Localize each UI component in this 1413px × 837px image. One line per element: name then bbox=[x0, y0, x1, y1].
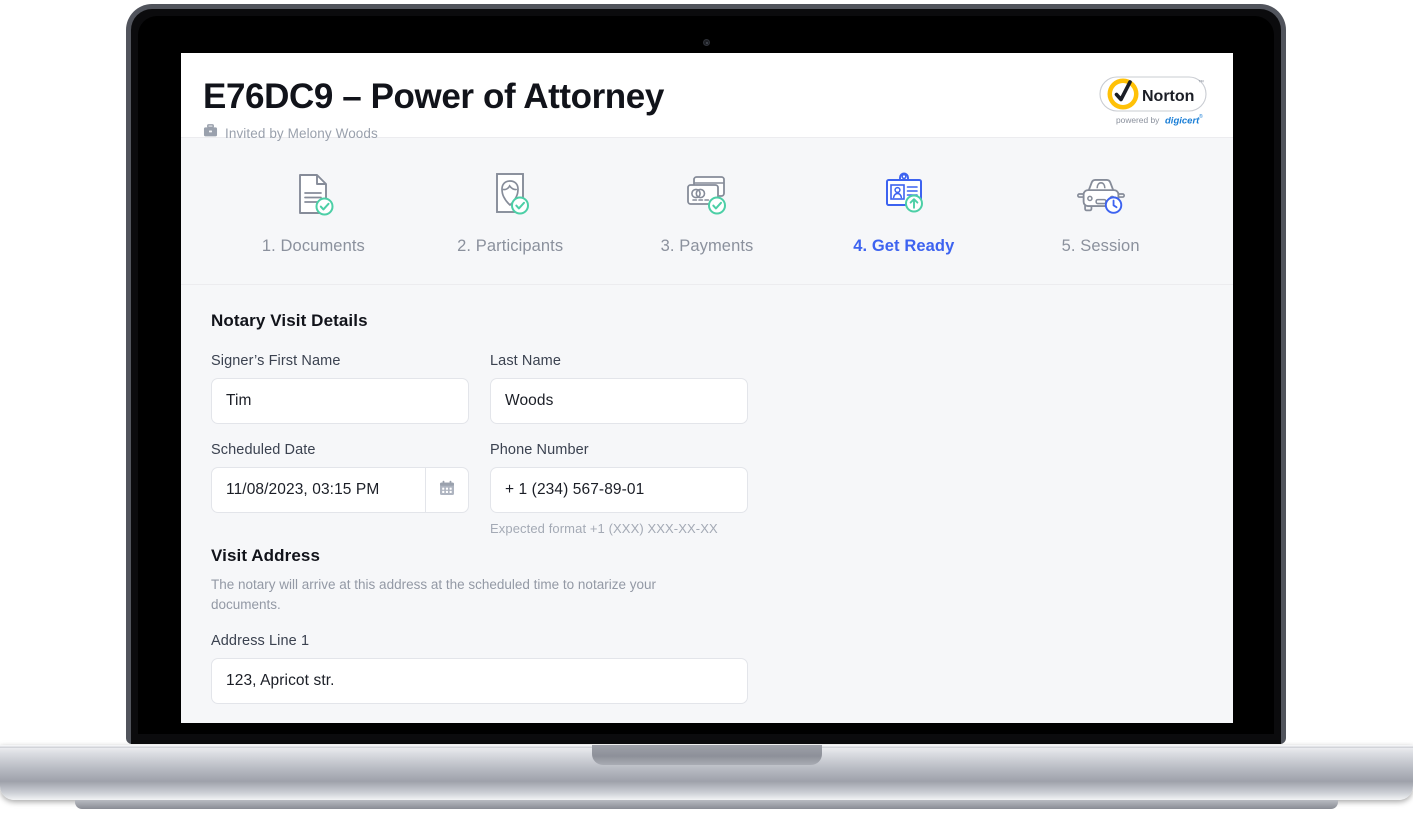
address-line-1-input[interactable]: 123, Apricot str. bbox=[211, 658, 748, 704]
app-screen: E76DC9 – Power of Attorney Invited by Me… bbox=[181, 53, 1233, 723]
last-name-label: Last Name bbox=[490, 353, 562, 369]
step-label: 4. Get Ready bbox=[853, 236, 955, 255]
step-label: 2. Participants bbox=[457, 236, 564, 255]
scheduled-date-field-group: Scheduled Date 11/08/2023, 03:15 PM bbox=[211, 442, 469, 536]
trademark-mark: ™ bbox=[1198, 79, 1204, 86]
app-header: E76DC9 – Power of Attorney Invited by Me… bbox=[181, 53, 1233, 141]
step-get-ready[interactable]: 4. Get Ready bbox=[805, 167, 1002, 256]
visit-address-title: Visit Address bbox=[211, 546, 321, 565]
document-icon bbox=[285, 167, 341, 221]
scheduled-date-label: Scheduled Date bbox=[211, 442, 316, 458]
phone-number-input[interactable]: + 1 (234) 567-89-01 bbox=[490, 467, 748, 513]
step-payments[interactable]: 3. Payments bbox=[609, 167, 806, 256]
norton-security-badge: Norton ™ powered by digicert ® bbox=[1099, 71, 1207, 129]
invited-by-row: Invited by Melony Woods bbox=[203, 124, 1205, 143]
phone-format-hint: Expected format +1 (XXX) XXX-XX-XX bbox=[490, 521, 718, 536]
calendar-picker-button[interactable] bbox=[425, 467, 469, 513]
svg-text:®: ® bbox=[1199, 113, 1203, 120]
car-icon bbox=[1073, 167, 1129, 221]
laptop-base bbox=[0, 745, 1413, 809]
calendar-icon bbox=[439, 480, 455, 501]
invited-by-label: Invited by Melony Woods bbox=[225, 126, 378, 141]
step-label: 3. Payments bbox=[660, 236, 754, 255]
step-participants[interactable]: 2. Participants bbox=[412, 167, 609, 256]
visit-address-description: The notary will arrive at this address a… bbox=[211, 577, 656, 612]
first-name-field-group: Signer’s First Name Tim bbox=[211, 353, 469, 424]
webcam-icon bbox=[702, 39, 710, 46]
first-name-input[interactable]: Tim bbox=[211, 378, 469, 424]
step-session[interactable]: 5. Session bbox=[1002, 167, 1199, 256]
page-title: E76DC9 – Power of Attorney bbox=[203, 77, 664, 116]
schedule-fields-row: Scheduled Date 11/08/2023, 03:15 PM Phon… bbox=[211, 442, 1203, 536]
svg-text:powered by: powered by bbox=[1116, 115, 1160, 125]
participant-icon bbox=[482, 167, 538, 221]
payment-card-icon bbox=[679, 167, 735, 221]
address-line-1-label: Address Line 1 bbox=[211, 633, 310, 649]
briefcase-icon bbox=[203, 124, 218, 143]
main-content: Notary Visit Details Signer’s First Name… bbox=[181, 285, 1233, 723]
laptop-mockup: E76DC9 – Power of Attorney Invited by Me… bbox=[0, 0, 1413, 837]
id-badge-icon bbox=[876, 167, 932, 221]
last-name-input[interactable]: Woods bbox=[490, 378, 748, 424]
svg-text:digicert: digicert bbox=[1165, 116, 1200, 127]
first-name-label: Signer’s First Name bbox=[211, 353, 341, 369]
phone-number-label: Phone Number bbox=[490, 442, 589, 458]
progress-stepper: 1. Documents 2. Participants 3. Payments… bbox=[181, 137, 1233, 285]
name-fields-row: Signer’s First Name Tim Last Name Woods bbox=[211, 353, 1203, 424]
notary-visit-details-title: Notary Visit Details bbox=[211, 311, 368, 330]
scheduled-date-input[interactable]: 11/08/2023, 03:15 PM bbox=[211, 467, 425, 513]
step-label: 5. Session bbox=[1061, 236, 1140, 255]
laptop-base-notch bbox=[591, 745, 822, 765]
last-name-field-group: Last Name Woods bbox=[490, 353, 748, 424]
step-label: 1. Documents bbox=[261, 236, 365, 255]
address-line-1-field-group: Address Line 1 123, Apricot str. bbox=[211, 633, 748, 704]
phone-field-group: Phone Number + 1 (234) 567-89-01 Expecte… bbox=[490, 442, 748, 536]
step-documents[interactable]: 1. Documents bbox=[215, 167, 412, 256]
svg-text:Norton: Norton bbox=[1142, 88, 1194, 105]
laptop-base-foot bbox=[75, 800, 1338, 809]
